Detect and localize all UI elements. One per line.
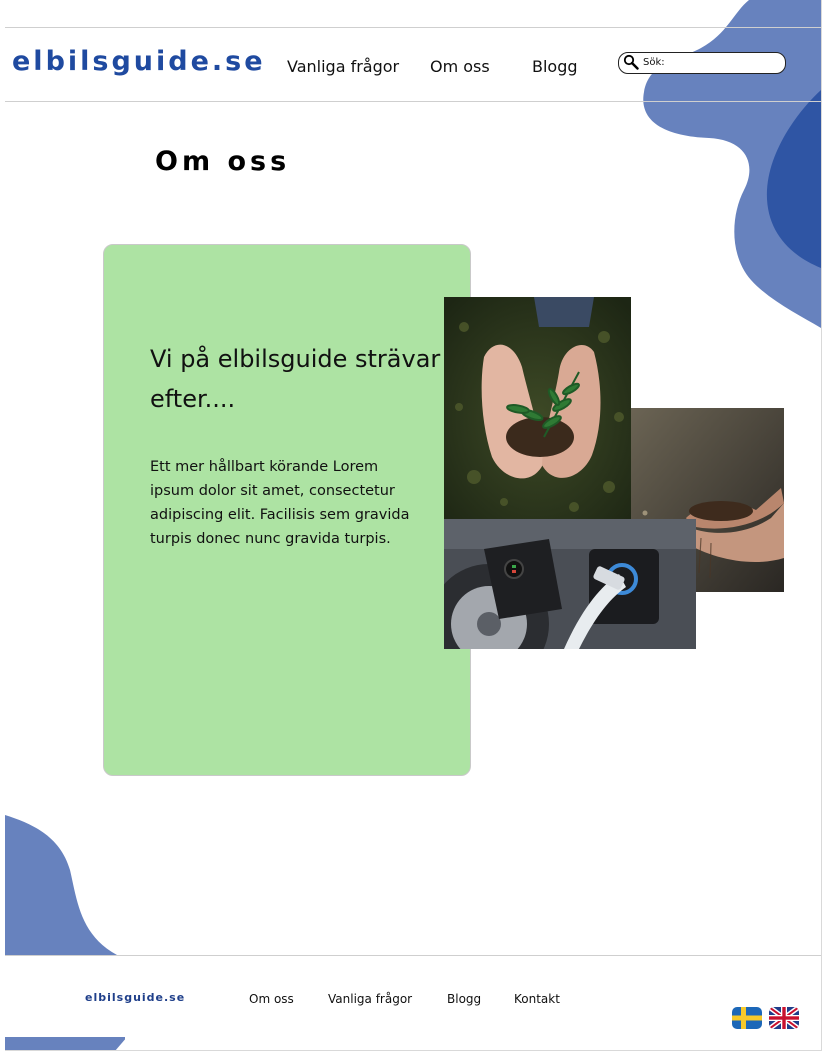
- search-box[interactable]: [618, 52, 786, 74]
- page: elbilsguide.se Vanliga frågor Om oss Blo…: [5, 0, 822, 1051]
- footer-link-blogg[interactable]: Blogg: [447, 992, 481, 1006]
- card-body-text: Ett mer hållbart körande Lorem ipsum dol…: [150, 459, 410, 547]
- card-heading: Vi på elbilsguide strävar efter....: [150, 345, 441, 413]
- swedish-flag-icon[interactable]: [732, 1007, 762, 1029]
- hands-holding-plant-photo: [444, 297, 631, 519]
- footer-link-kontakt[interactable]: Kontakt: [514, 992, 560, 1006]
- nav-blogg[interactable]: Blogg: [532, 57, 578, 76]
- site-logo[interactable]: elbilsguide.se: [12, 46, 266, 77]
- nav-vanliga-fragor[interactable]: Vanliga frågor: [287, 57, 399, 76]
- intro-card: Vi på elbilsguide strävar efter.... Ett …: [103, 244, 471, 776]
- site-footer: elbilsguide.se Om oss Vanliga frågor Blo…: [5, 955, 821, 1050]
- page-title: Om oss: [155, 146, 291, 177]
- nav-om-oss[interactable]: Om oss: [430, 57, 490, 76]
- site-header: elbilsguide.se Vanliga frågor Om oss Blo…: [5, 27, 821, 102]
- search-input[interactable]: [643, 55, 779, 70]
- footer-link-om-oss[interactable]: Om oss: [249, 992, 294, 1006]
- footer-logo[interactable]: elbilsguide.se: [85, 991, 185, 1004]
- magnifier-icon: [623, 54, 639, 70]
- uk-flag-icon[interactable]: [769, 1007, 799, 1029]
- footer-link-vanliga-fragor[interactable]: Vanliga frågor: [328, 992, 412, 1006]
- ev-charging-photo: [444, 519, 696, 649]
